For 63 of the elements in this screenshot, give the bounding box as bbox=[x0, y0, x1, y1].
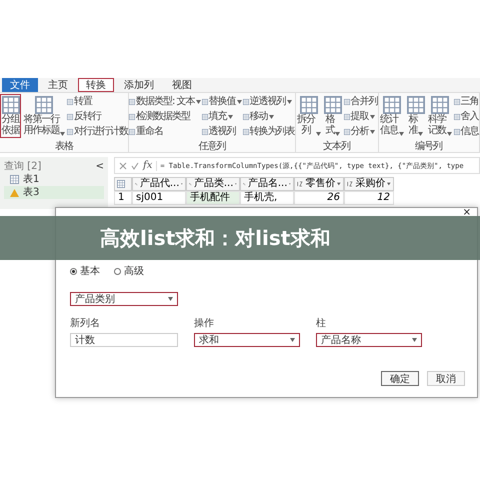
ribbon-button[interactable]: 转换为列表 bbox=[242, 124, 295, 139]
dialog-button[interactable]: 确定 bbox=[381, 371, 419, 386]
table-cell: 26 bbox=[294, 191, 344, 205]
ribbon-tab[interactable]: 转换 bbox=[78, 78, 114, 92]
ribbon-tab[interactable]: 视图 bbox=[164, 78, 200, 92]
ribbon-button[interactable]: 透视列 bbox=[202, 124, 242, 139]
dropdown-field[interactable]: 求和 bbox=[194, 333, 300, 347]
field-label: 柱 bbox=[316, 316, 327, 330]
ribbon-button[interactable]: 合并列 bbox=[344, 94, 378, 109]
banner-title: 高效list求和：对list求和 bbox=[100, 224, 330, 252]
dialog-button[interactable]: 取消 bbox=[427, 371, 465, 386]
ribbon-button[interactable]: 标准 bbox=[406, 94, 426, 138]
ribbon-button[interactable]: 数据类型: 文本 bbox=[129, 94, 201, 109]
column-header[interactable]: 采购价 bbox=[344, 177, 394, 191]
ribbon-button[interactable]: 填充 bbox=[202, 109, 242, 124]
ribbon-button[interactable]: 提取 bbox=[344, 109, 378, 124]
ribbon-button[interactable]: 分组依据 bbox=[0, 94, 21, 138]
dropdown-field[interactable]: 产品名称 bbox=[316, 333, 422, 347]
column-header[interactable]: 零售价 bbox=[294, 177, 344, 191]
ribbon-button[interactable]: 信息 bbox=[454, 124, 479, 139]
ribbon-button[interactable]: 检测数据类型 bbox=[129, 109, 201, 124]
table-cell: 12 bbox=[344, 191, 394, 205]
group-column-select[interactable]: 产品类别 bbox=[70, 292, 178, 306]
ribbon-button[interactable]: 三角 bbox=[454, 94, 479, 109]
table-cell: 手机壳, bbox=[240, 191, 294, 205]
field-label: 新列名 bbox=[70, 316, 101, 330]
ribbon-button[interactable]: 分析 bbox=[344, 124, 378, 139]
table-cell: sj001 bbox=[132, 191, 186, 205]
ribbon-button[interactable]: 转置 bbox=[67, 94, 128, 109]
ribbon-button[interactable]: 替换值 bbox=[202, 94, 242, 109]
group-label: 表格 bbox=[54, 141, 74, 152]
column-header[interactable]: 产品代... bbox=[132, 177, 186, 191]
input-field[interactable]: 计数 bbox=[70, 333, 178, 347]
ribbon-button[interactable]: 逆透视列 bbox=[242, 94, 295, 109]
ribbon-tab[interactable]: 主页 bbox=[40, 78, 76, 92]
fx-label: fx bbox=[143, 160, 152, 171]
ribbon-button[interactable]: 移动 bbox=[242, 109, 295, 124]
ribbon-button[interactable]: 统计信息 bbox=[378, 94, 405, 138]
mode-radio[interactable]: 基本 bbox=[70, 264, 100, 278]
ribbon-button[interactable]: 科学记数 bbox=[426, 94, 453, 138]
ribbon-button[interactable]: 拆分列 bbox=[296, 94, 322, 138]
column-header[interactable]: 产品名... bbox=[240, 177, 294, 191]
group-label: 文本列 bbox=[322, 141, 352, 152]
ribbon-tab[interactable]: 文件 bbox=[2, 78, 38, 92]
queries-title: 查询 [2] bbox=[4, 160, 42, 173]
query-item[interactable]: 表1 bbox=[4, 173, 104, 186]
ribbon-button[interactable]: 格式 bbox=[322, 94, 343, 138]
ribbon-button[interactable]: 反转行 bbox=[67, 109, 128, 124]
ribbon-button[interactable]: 对行进行计数 bbox=[67, 124, 128, 139]
mode-radio[interactable]: 高级 bbox=[114, 264, 144, 278]
group-label: 编号列 bbox=[414, 141, 444, 152]
row-number: 1 bbox=[114, 191, 132, 205]
field-label: 操作 bbox=[194, 317, 215, 330]
ribbon-tab[interactable]: 添加列 bbox=[116, 78, 162, 92]
group-label: 任意列 bbox=[197, 141, 227, 152]
close-button[interactable]: × bbox=[462, 208, 471, 217]
collapse-button[interactable]: < bbox=[96, 160, 104, 172]
column-header[interactable]: 产品类... bbox=[186, 177, 240, 191]
ribbon-button[interactable]: 重命名 bbox=[129, 124, 201, 139]
query-item[interactable]: 表3 bbox=[4, 186, 104, 199]
ribbon-button[interactable]: 将第一行用作标题 bbox=[22, 94, 66, 138]
ribbon-button[interactable]: 舍入 bbox=[454, 109, 479, 124]
table-cell: 手机配件 bbox=[186, 191, 240, 205]
